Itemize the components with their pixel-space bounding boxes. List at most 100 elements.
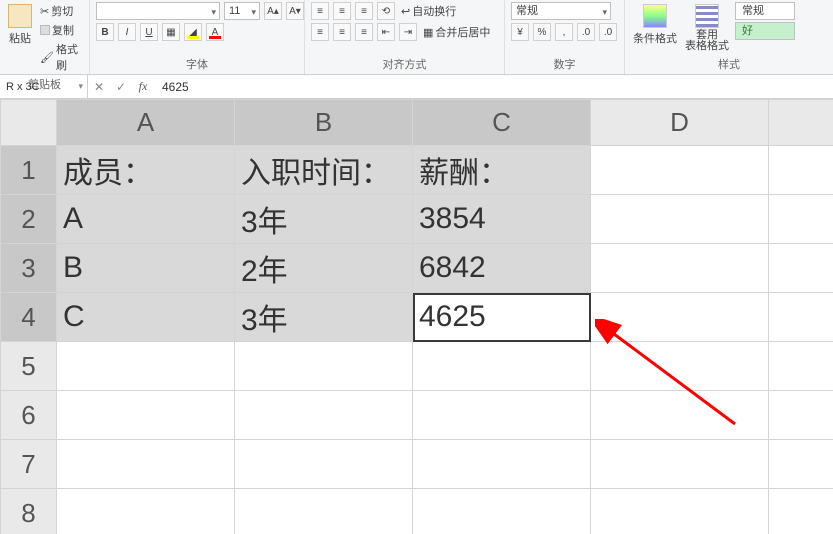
cell-C2[interactable]: 3854: [413, 195, 591, 244]
row-header-3[interactable]: 3: [1, 244, 57, 293]
cell-D4[interactable]: [591, 293, 769, 342]
cell-C8[interactable]: [413, 489, 591, 534]
cell-C4[interactable]: 4625: [413, 293, 591, 342]
increase-indent-button[interactable]: ⇥: [399, 23, 417, 41]
cell-E1[interactable]: [769, 146, 833, 195]
cell-A3[interactable]: B: [57, 244, 235, 293]
conditional-format-button[interactable]: 条件格式: [631, 2, 679, 48]
decrease-decimal-button[interactable]: .0: [599, 23, 617, 41]
paste-button[interactable]: 粘贴: [6, 2, 34, 48]
decrease-font-button[interactable]: A▾: [286, 2, 304, 20]
cell-E2[interactable]: [769, 195, 833, 244]
cancel-entry-button[interactable]: ✕: [88, 75, 110, 98]
align-left-button[interactable]: ≡: [311, 23, 329, 41]
cell-A2[interactable]: A: [57, 195, 235, 244]
cell-C7[interactable]: [413, 440, 591, 489]
cell-E7[interactable]: [769, 440, 833, 489]
increase-decimal-button[interactable]: .0: [577, 23, 595, 41]
cell-B1[interactable]: 入职时间：: [235, 146, 413, 195]
cell-C5[interactable]: [413, 342, 591, 391]
cell-A7[interactable]: [57, 440, 235, 489]
font-size-combo[interactable]: 11: [224, 2, 260, 20]
font-color-button[interactable]: A: [206, 23, 224, 41]
cell-C6[interactable]: [413, 391, 591, 440]
border-button[interactable]: ▦: [162, 23, 180, 41]
alignment-group-label: 对齐方式: [311, 54, 498, 74]
align-top-button[interactable]: ≡: [311, 2, 329, 20]
ribbon-group-clipboard: 粘贴 ✂ 剪切 复制 🖌 格式刷 剪贴板: [0, 0, 90, 74]
cell-E6[interactable]: [769, 391, 833, 440]
cell-A5[interactable]: [57, 342, 235, 391]
cell-B4[interactable]: 3年: [235, 293, 413, 342]
cell-B8[interactable]: [235, 489, 413, 534]
align-right-button[interactable]: ≡: [355, 23, 373, 41]
currency-button[interactable]: ¥: [511, 23, 529, 41]
cell-A4[interactable]: C: [57, 293, 235, 342]
cell-D6[interactable]: [591, 391, 769, 440]
cell-style-normal[interactable]: 常规: [735, 2, 795, 20]
align-bottom-button[interactable]: ≡: [355, 2, 373, 20]
col-header-D[interactable]: D: [591, 100, 769, 146]
col-header-A[interactable]: A: [57, 100, 235, 146]
cell-style-good[interactable]: 好: [735, 22, 795, 40]
bold-button[interactable]: B: [96, 23, 114, 41]
percent-button[interactable]: %: [533, 23, 551, 41]
ribbon-group-number: 常规 ¥ % , .0 .0 数字: [505, 0, 625, 74]
row-header-5[interactable]: 5: [1, 342, 57, 391]
decrease-indent-button[interactable]: ⇤: [377, 23, 395, 41]
cell-D3[interactable]: [591, 244, 769, 293]
cell-A1[interactable]: 成员：: [57, 146, 235, 195]
cell-B6[interactable]: [235, 391, 413, 440]
row-header-4[interactable]: 4: [1, 293, 57, 342]
cell-B2[interactable]: 3年: [235, 195, 413, 244]
cell-C1[interactable]: 薪酬：: [413, 146, 591, 195]
cell-D1[interactable]: [591, 146, 769, 195]
orientation-button[interactable]: ⟲: [377, 2, 395, 20]
cell-A6[interactable]: [57, 391, 235, 440]
row-header-1[interactable]: 1: [1, 146, 57, 195]
increase-font-button[interactable]: A▴: [264, 2, 282, 20]
name-box[interactable]: R x 3C: [0, 75, 88, 98]
select-all-corner[interactable]: [1, 100, 57, 146]
cell-B3[interactable]: 2年: [235, 244, 413, 293]
ribbon: 粘贴 ✂ 剪切 复制 🖌 格式刷 剪贴板: [0, 0, 833, 75]
scissors-icon: ✂: [40, 5, 49, 18]
row-header-8[interactable]: 8: [1, 489, 57, 534]
cut-button[interactable]: ✂ 剪切: [38, 2, 83, 20]
comma-button[interactable]: ,: [555, 23, 573, 41]
confirm-entry-button[interactable]: ✓: [110, 75, 132, 98]
col-header-B[interactable]: B: [235, 100, 413, 146]
table-format-button[interactable]: 套用 表格格式: [683, 2, 731, 54]
insert-function-button[interactable]: fx: [132, 75, 154, 98]
row-header-6[interactable]: 6: [1, 391, 57, 440]
cell-D5[interactable]: [591, 342, 769, 391]
merge-center-button[interactable]: ▦ 合并后居中: [421, 23, 492, 41]
fill-color-button[interactable]: ◢: [184, 23, 202, 41]
row-header-2[interactable]: 2: [1, 195, 57, 244]
cell-E5[interactable]: [769, 342, 833, 391]
italic-button[interactable]: I: [118, 23, 136, 41]
cell-E8[interactable]: [769, 489, 833, 534]
cell-A8[interactable]: [57, 489, 235, 534]
cell-D2[interactable]: [591, 195, 769, 244]
cell-B7[interactable]: [235, 440, 413, 489]
font-name-combo[interactable]: [96, 2, 220, 20]
table-row: 1 成员： 入职时间： 薪酬：: [1, 146, 833, 195]
number-format-combo[interactable]: 常规: [511, 2, 611, 20]
align-center-button[interactable]: ≡: [333, 23, 351, 41]
col-header-C[interactable]: C: [413, 100, 591, 146]
wrap-text-button[interactable]: ↩ 自动换行: [399, 2, 458, 20]
align-middle-button[interactable]: ≡: [333, 2, 351, 20]
cell-C3[interactable]: 6842: [413, 244, 591, 293]
cell-B5[interactable]: [235, 342, 413, 391]
formula-input[interactable]: 4625: [154, 80, 833, 94]
format-painter-button[interactable]: 🖌 格式刷: [38, 40, 83, 74]
cell-E3[interactable]: [769, 244, 833, 293]
underline-button[interactable]: U: [140, 23, 158, 41]
col-header-next[interactable]: [769, 100, 833, 146]
row-header-7[interactable]: 7: [1, 440, 57, 489]
cell-D8[interactable]: [591, 489, 769, 534]
cell-D7[interactable]: [591, 440, 769, 489]
cell-E4[interactable]: [769, 293, 833, 342]
copy-button[interactable]: 复制: [38, 21, 83, 39]
